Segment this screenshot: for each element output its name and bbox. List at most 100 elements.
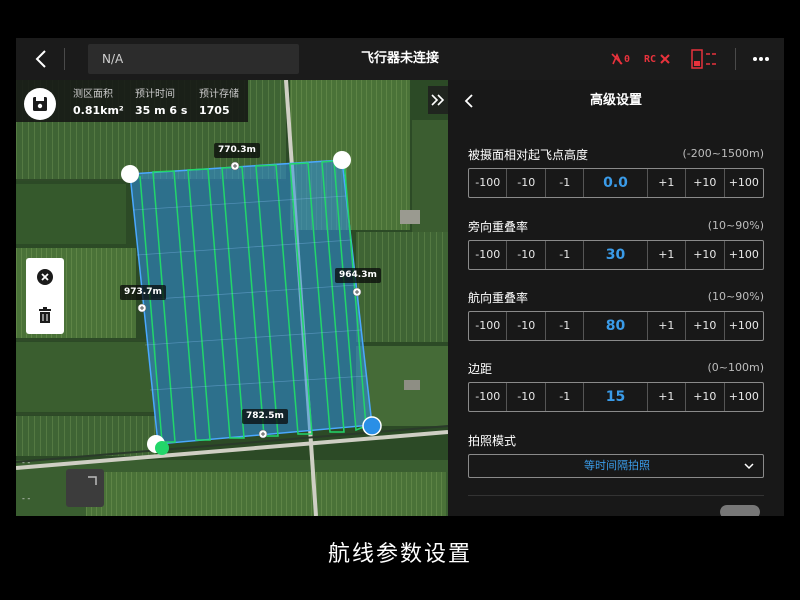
storage-label: 预计存储	[199, 89, 239, 100]
map-view[interactable]: 测区面积 0.81km² 预计时间 35 m 6 s 预计存储 1705 770…	[16, 80, 448, 516]
side-overlap-value[interactable]: 30	[584, 241, 648, 269]
setting-range: (-200~1500m)	[682, 147, 764, 160]
close-circle-icon	[37, 269, 53, 285]
toggle-switch[interactable]	[720, 505, 760, 516]
setting-range: (0~100m)	[707, 361, 764, 374]
decrement-10-button[interactable]: -10	[507, 169, 546, 197]
decrement-10-button[interactable]: -10	[507, 241, 546, 269]
vertex-handle[interactable]	[333, 151, 351, 169]
margin-value[interactable]: 15	[584, 383, 648, 411]
divider	[64, 48, 65, 70]
antenna-signal-icon	[611, 53, 623, 65]
increment-10-button[interactable]: +10	[686, 169, 725, 197]
minimap-toggle[interactable]	[66, 469, 104, 507]
panel-title: 高级设置	[589, 93, 642, 108]
back-button[interactable]	[30, 47, 54, 71]
survey-stats-bar: 测区面积 0.81km² 预计时间 35 m 6 s 预计存储 1705	[16, 80, 248, 122]
decrement-1-button[interactable]: -1	[546, 241, 585, 269]
end-point-marker	[155, 441, 169, 455]
setting-label: 旁向重叠率	[468, 220, 529, 234]
rc-status: RC	[644, 49, 671, 69]
setting-label: 被摄面相对起飞点高度	[468, 148, 589, 162]
setting-range: (10~90%)	[707, 290, 764, 303]
close-icon	[660, 54, 670, 64]
increment-100-button[interactable]: +100	[725, 312, 763, 340]
decrement-1-button[interactable]: -1	[546, 169, 585, 197]
save-icon	[33, 97, 47, 111]
trash-icon	[39, 307, 51, 323]
battery-icon	[691, 49, 716, 69]
double-chevron-right-icon	[431, 94, 445, 106]
edge-length-top: 770.3m	[214, 143, 260, 158]
storage-stat: 预计存储 1705	[199, 85, 239, 117]
increment-10-button[interactable]: +10	[686, 241, 725, 269]
top-bar: N/A 飞行器未连接 0 RC	[16, 38, 784, 80]
panel-header: 高级设置	[448, 80, 784, 122]
time-label: 预计时间	[135, 89, 175, 100]
decrement-100-button[interactable]: -100	[469, 241, 508, 269]
more-icon	[753, 57, 769, 61]
altitude-value[interactable]: 0.0	[584, 169, 648, 197]
battery-status	[690, 47, 718, 71]
storage-value: 1705	[199, 104, 230, 117]
setting-label: 拍照模式	[468, 434, 517, 448]
rc-label: RC	[644, 53, 657, 65]
photo-mode-value: 等时间隔拍照	[584, 459, 650, 472]
map-toolbox	[26, 258, 64, 334]
area-value: 0.81km²	[73, 104, 124, 117]
edge-length-bottom: 782.5m	[242, 409, 288, 424]
setting-label: 边距	[468, 362, 493, 376]
increment-1-button[interactable]: +1	[648, 241, 687, 269]
decrement-100-button[interactable]: -100	[469, 383, 508, 411]
setting-label: 航向重叠率	[468, 291, 529, 305]
rc-signal-value: 0	[624, 53, 631, 65]
vertex-handle[interactable]	[121, 165, 139, 183]
save-button[interactable]	[24, 88, 56, 120]
area-stat: 测区面积 0.81km²	[73, 85, 124, 117]
increment-100-button[interactable]: +100	[725, 169, 763, 197]
increment-1-button[interactable]: +1	[648, 312, 687, 340]
margin-stepper: -100 -10 -1 15 +1 +10 +100	[468, 382, 764, 412]
divider	[468, 495, 764, 496]
time-stat: 预计时间 35 m 6 s	[135, 85, 187, 117]
mission-name-field[interactable]: N/A	[88, 44, 299, 74]
decrement-10-button[interactable]: -10	[507, 312, 546, 340]
advanced-settings-panel: 高级设置 被摄面相对起飞点高度 (-200~1500m) -100 -10 -1…	[448, 80, 784, 516]
increment-1-button[interactable]: +1	[648, 169, 687, 197]
back-arrow-icon	[35, 50, 46, 68]
increment-1-button[interactable]: +1	[648, 383, 687, 411]
divider	[735, 48, 736, 70]
caption: 航线参数设置	[327, 542, 472, 567]
increment-10-button[interactable]: +10	[686, 312, 725, 340]
increment-10-button[interactable]: +10	[686, 383, 725, 411]
increment-100-button[interactable]: +100	[725, 383, 763, 411]
setting-range: (10~90%)	[707, 219, 764, 232]
more-menu-button[interactable]	[749, 47, 773, 71]
expand-corner-icon	[88, 476, 97, 485]
edge-length-right: 964.3m	[335, 268, 381, 283]
map-scale: - -	[22, 494, 31, 503]
photo-mode-select[interactable]: 等时间隔拍照	[468, 454, 764, 478]
side-overlap-stepper: -100 -10 -1 30 +1 +10 +100	[468, 240, 764, 270]
clear-button[interactable]	[26, 258, 64, 296]
front-overlap-value[interactable]: 80	[584, 312, 648, 340]
decrement-100-button[interactable]: -100	[469, 312, 508, 340]
increment-100-button[interactable]: +100	[725, 241, 763, 269]
collapse-panel-button[interactable]	[428, 86, 448, 114]
time-value: 35 m 6 s	[135, 104, 188, 117]
connection-status: 飞行器未连接	[360, 51, 439, 66]
app-window: N/A 飞行器未连接 0 RC 测区面积 0.81km² 预计时间 35 m 6…	[16, 38, 784, 516]
decrement-1-button[interactable]: -1	[546, 383, 585, 411]
chevron-down-icon	[744, 463, 754, 470]
area-label: 测区面积	[73, 89, 113, 100]
aircraft-signal: 0	[610, 49, 630, 69]
decrement-100-button[interactable]: -100	[469, 169, 508, 197]
decrement-1-button[interactable]: -1	[546, 312, 585, 340]
decrement-10-button[interactable]: -10	[507, 383, 546, 411]
map-scale: - -	[22, 458, 31, 467]
front-overlap-stepper: -100 -10 -1 80 +1 +10 +100	[468, 311, 764, 341]
edge-length-left: 973.7m	[120, 285, 166, 300]
start-point-marker[interactable]	[362, 416, 382, 436]
delete-button[interactable]	[26, 296, 64, 334]
altitude-stepper: -100 -10 -1 0.0 +1 +10 +100	[468, 168, 764, 198]
